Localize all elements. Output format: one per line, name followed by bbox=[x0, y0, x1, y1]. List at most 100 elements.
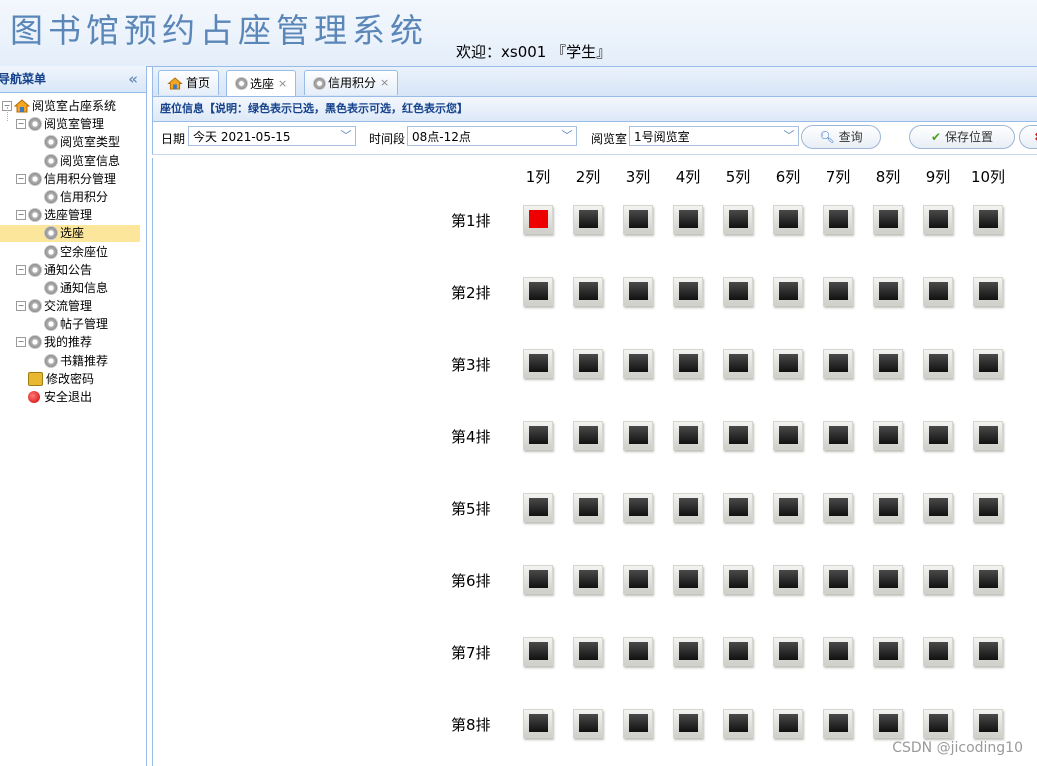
seat-available[interactable] bbox=[923, 637, 953, 666]
sidebar-item[interactable]: 书籍推荐 bbox=[0, 352, 146, 370]
seat-available[interactable] bbox=[573, 349, 603, 378]
seat-available[interactable] bbox=[623, 709, 653, 738]
collapse-toggle-icon[interactable]: − bbox=[16, 119, 26, 130]
seat-available[interactable] bbox=[773, 709, 803, 738]
seat-mine[interactable] bbox=[523, 205, 553, 234]
seat-available[interactable] bbox=[973, 709, 1003, 738]
seat-available[interactable] bbox=[623, 277, 653, 306]
seat-available[interactable] bbox=[973, 277, 1003, 306]
seat-available[interactable] bbox=[923, 205, 953, 234]
sidebar-item[interactable]: − 通知公告 bbox=[0, 261, 146, 279]
close-icon[interactable]: × bbox=[278, 72, 287, 96]
seat-available[interactable] bbox=[873, 205, 903, 234]
seat-available[interactable] bbox=[923, 421, 953, 450]
seat-available[interactable] bbox=[773, 421, 803, 450]
collapse-icon[interactable]: « bbox=[128, 66, 138, 92]
seat-available[interactable] bbox=[923, 349, 953, 378]
seat-available[interactable] bbox=[523, 565, 553, 594]
seat-available[interactable] bbox=[873, 277, 903, 306]
sidebar-item[interactable]: 信用积分 bbox=[0, 188, 146, 206]
seat-available[interactable] bbox=[723, 493, 753, 522]
chevron-down-icon[interactable]: ﹀ bbox=[337, 127, 355, 145]
seat-available[interactable] bbox=[523, 421, 553, 450]
date-select[interactable]: 今天 2021-05-15 ﹀ bbox=[188, 126, 356, 146]
seat-available[interactable] bbox=[973, 565, 1003, 594]
seat-available[interactable] bbox=[973, 421, 1003, 450]
tree-root[interactable]: − 阅览室占座系统 bbox=[0, 97, 146, 115]
collapse-toggle-icon[interactable]: − bbox=[16, 301, 26, 312]
seat-available[interactable] bbox=[923, 709, 953, 738]
sidebar-item[interactable]: − 选座管理 bbox=[0, 206, 146, 224]
sidebar-item[interactable]: − 信用积分管理 bbox=[0, 170, 146, 188]
seat-available[interactable] bbox=[623, 421, 653, 450]
collapse-toggle-icon[interactable]: − bbox=[16, 264, 26, 275]
seat-available[interactable] bbox=[773, 349, 803, 378]
sidebar-item[interactable]: 修改密码 bbox=[0, 370, 146, 388]
collapse-toggle-icon[interactable]: − bbox=[16, 173, 26, 184]
seat-available[interactable] bbox=[573, 637, 603, 666]
seat-available[interactable] bbox=[873, 349, 903, 378]
seat-available[interactable] bbox=[873, 493, 903, 522]
sidebar-item[interactable]: 阅览室类型 bbox=[0, 133, 146, 151]
sidebar-item[interactable]: 帖子管理 bbox=[0, 315, 146, 333]
seat-available[interactable] bbox=[673, 493, 703, 522]
seat-available[interactable] bbox=[723, 349, 753, 378]
seat-available[interactable] bbox=[823, 205, 853, 234]
tab-credit[interactable]: 信用积分 × bbox=[304, 70, 399, 95]
sidebar-item[interactable]: 空余座位 bbox=[0, 243, 146, 261]
time-select[interactable]: 08点-12点 ﹀ bbox=[407, 126, 577, 146]
seat-available[interactable] bbox=[873, 637, 903, 666]
seat-available[interactable] bbox=[923, 277, 953, 306]
seat-available[interactable] bbox=[823, 493, 853, 522]
sidebar-item[interactable]: 安全退出 bbox=[0, 388, 146, 406]
seat-available[interactable] bbox=[823, 709, 853, 738]
seat-available[interactable] bbox=[723, 637, 753, 666]
seat-available[interactable] bbox=[923, 565, 953, 594]
tab-seat-selection[interactable]: 选座 × bbox=[226, 70, 297, 96]
seat-available[interactable] bbox=[923, 493, 953, 522]
collapse-toggle-icon[interactable]: − bbox=[16, 337, 26, 348]
seat-available[interactable] bbox=[773, 637, 803, 666]
seat-available[interactable] bbox=[673, 349, 703, 378]
seat-available[interactable] bbox=[723, 277, 753, 306]
sidebar-item[interactable]: − 交流管理 bbox=[0, 297, 146, 315]
seat-available[interactable] bbox=[823, 637, 853, 666]
sidebar-item[interactable]: 选座 bbox=[0, 224, 146, 243]
room-select[interactable]: 1号阅览室 ﹀ bbox=[629, 126, 799, 146]
seat-available[interactable] bbox=[973, 493, 1003, 522]
close-icon[interactable]: × bbox=[380, 71, 389, 95]
seat-available[interactable] bbox=[773, 493, 803, 522]
seat-available[interactable] bbox=[723, 709, 753, 738]
chevron-down-icon[interactable]: ﹀ bbox=[780, 127, 798, 145]
seat-available[interactable] bbox=[573, 565, 603, 594]
seat-available[interactable] bbox=[773, 277, 803, 306]
sidebar-item[interactable]: − 阅览室管理 bbox=[0, 115, 146, 133]
seat-available[interactable] bbox=[623, 637, 653, 666]
seat-available[interactable] bbox=[523, 637, 553, 666]
sidebar-item[interactable]: − 我的推荐 bbox=[0, 333, 146, 351]
seat-available[interactable] bbox=[573, 277, 603, 306]
seat-available[interactable] bbox=[623, 565, 653, 594]
seat-available[interactable] bbox=[973, 205, 1003, 234]
tab-home[interactable]: 首页 bbox=[158, 70, 220, 95]
seat-available[interactable] bbox=[573, 493, 603, 522]
seat-available[interactable] bbox=[723, 421, 753, 450]
seat-available[interactable] bbox=[623, 493, 653, 522]
collapse-toggle-icon[interactable]: − bbox=[16, 210, 26, 221]
seat-available[interactable] bbox=[623, 349, 653, 378]
seat-available[interactable] bbox=[523, 709, 553, 738]
seat-available[interactable] bbox=[973, 637, 1003, 666]
seat-available[interactable] bbox=[823, 421, 853, 450]
seat-available[interactable] bbox=[773, 565, 803, 594]
seat-available[interactable] bbox=[623, 205, 653, 234]
seat-available[interactable] bbox=[873, 709, 903, 738]
seat-available[interactable] bbox=[773, 205, 803, 234]
seat-available[interactable] bbox=[673, 709, 703, 738]
seat-available[interactable] bbox=[873, 565, 903, 594]
extra-button[interactable]: ✖ bbox=[1019, 125, 1037, 149]
sidebar-item[interactable]: 阅览室信息 bbox=[0, 152, 146, 170]
seat-available[interactable] bbox=[673, 421, 703, 450]
chevron-down-icon[interactable]: ﹀ bbox=[558, 127, 576, 145]
seat-available[interactable] bbox=[723, 205, 753, 234]
seat-available[interactable] bbox=[823, 349, 853, 378]
